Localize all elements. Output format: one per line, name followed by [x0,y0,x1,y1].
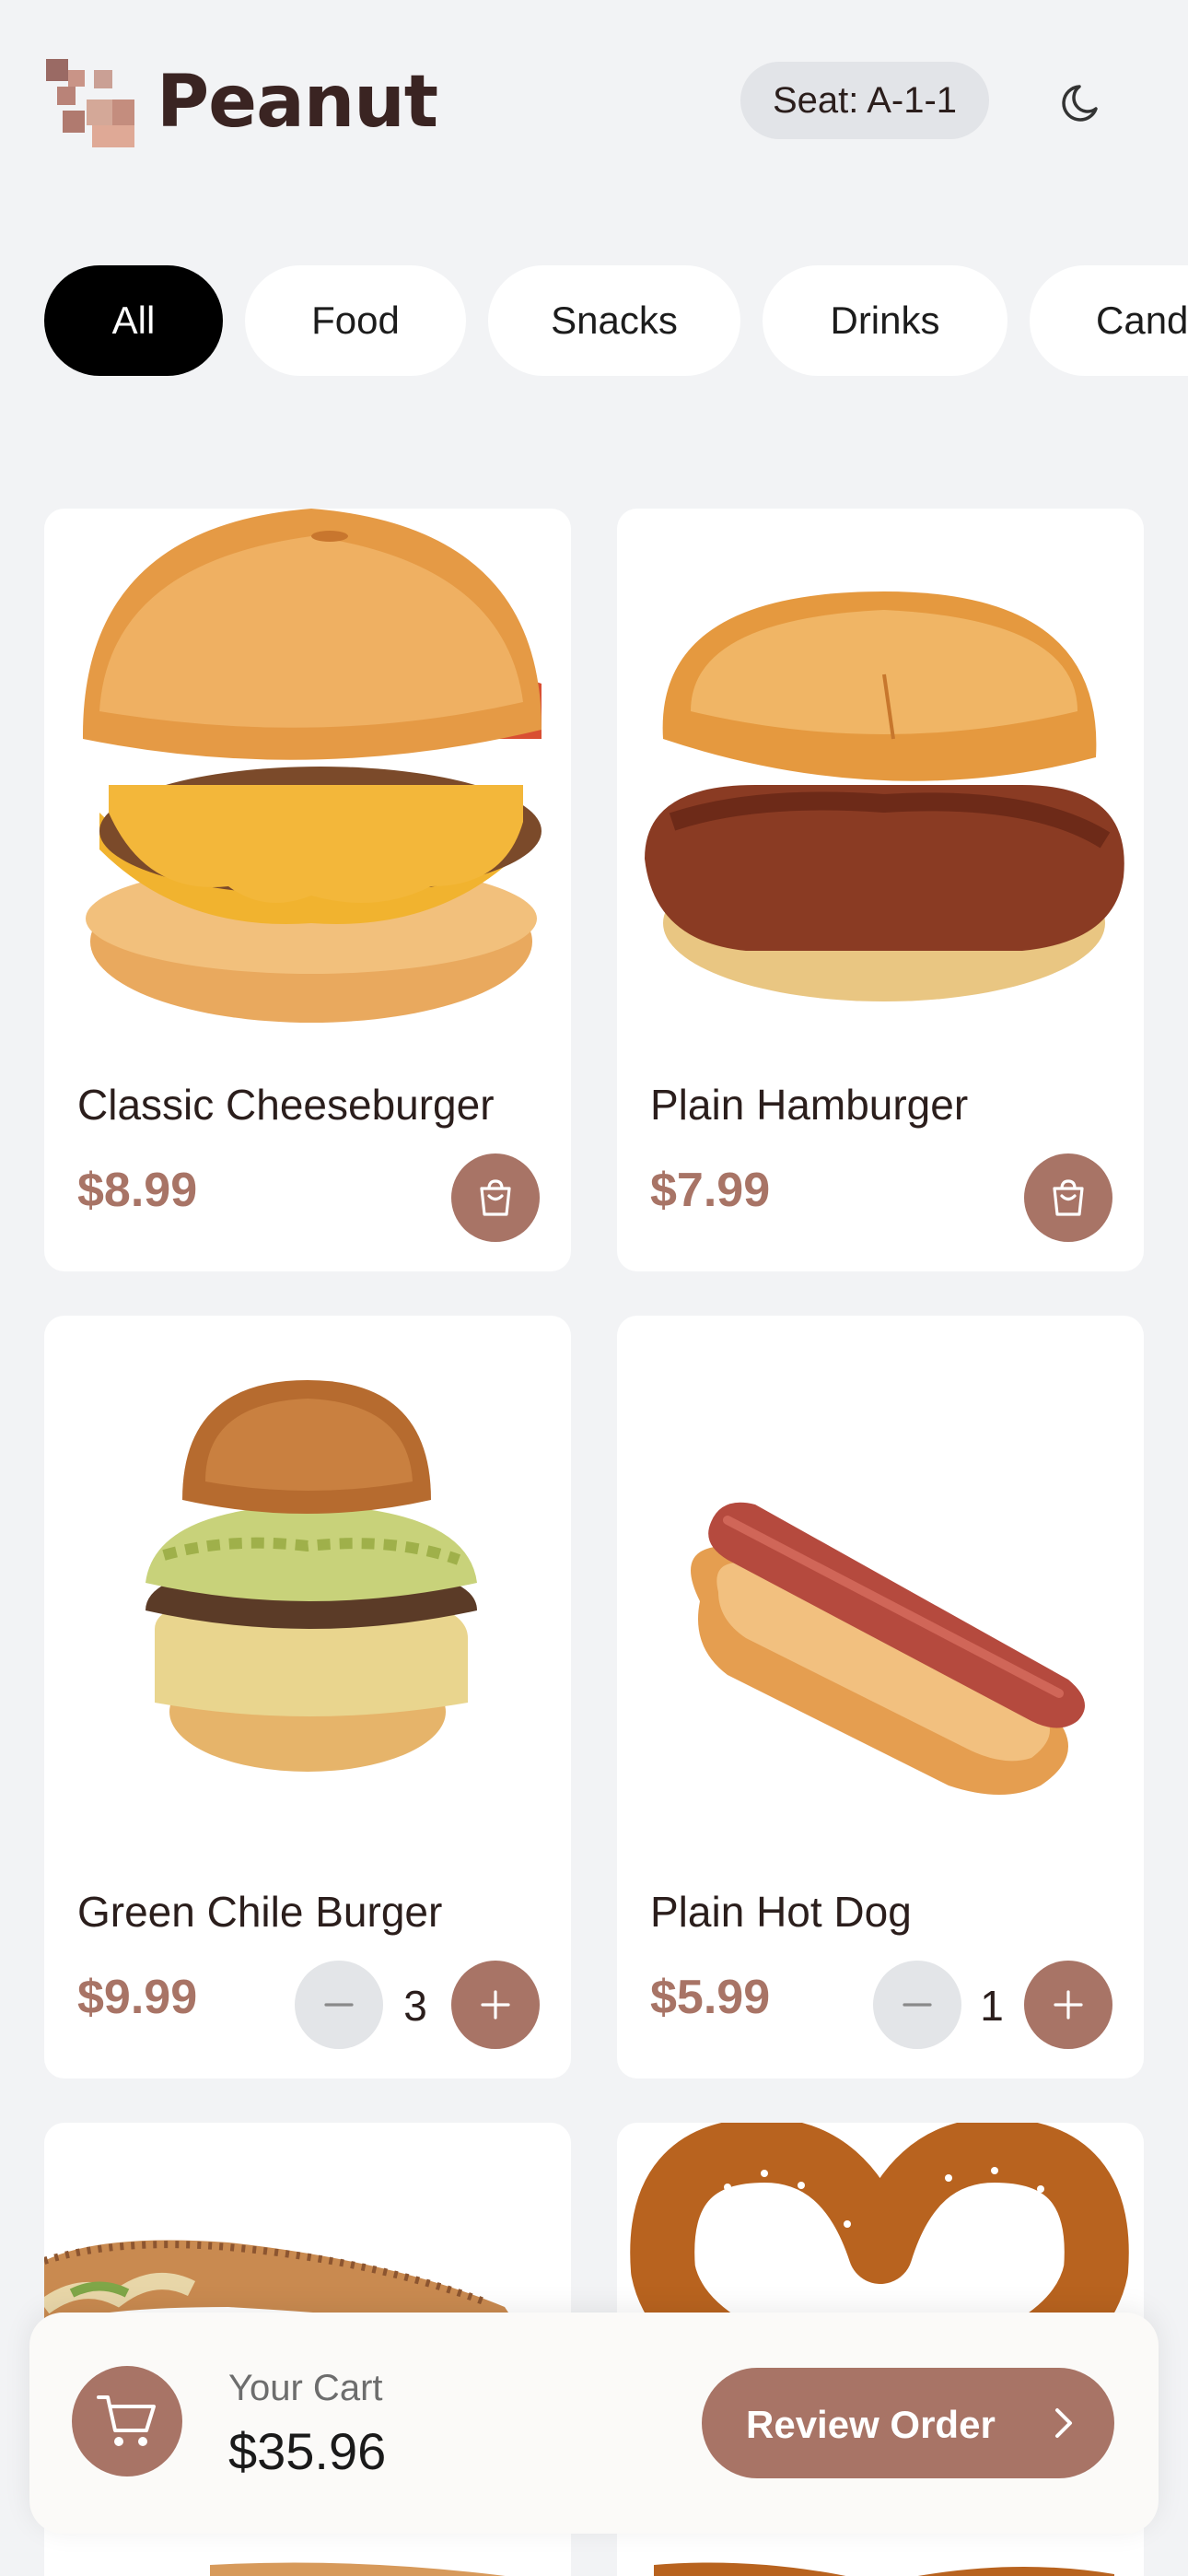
review-order-label: Review Order [746,2403,996,2446]
product-card[interactable]: Green Chile Burger $9.99 3 [44,1316,571,2078]
quantity-value: 1 [980,1982,1004,2030]
seat-badge[interactable]: Seat: A-1-1 [740,62,989,139]
plus-icon [1054,1990,1083,2020]
tab-candy[interactable]: Candy [1030,265,1188,376]
hamburger-image [645,591,1124,1001]
cart-total: $35.96 [228,2422,387,2480]
product-card[interactable]: Classic Cheeseburger $8.99 [44,509,571,1271]
add-to-cart-button[interactable] [451,1153,540,1242]
shopping-bag-icon [480,1179,511,1216]
cart-summary-bar: Your Cart $35.96 Review Order [29,2313,1159,2534]
plus-icon [481,1990,510,2020]
review-order-button[interactable]: Review Order [702,2368,1114,2478]
product-name: Green Chile Burger [77,1888,443,1936]
product-price: $9.99 [77,1971,198,2024]
minus-icon [324,2003,354,2007]
tab-all[interactable]: All [44,265,223,376]
cart-label: Your Cart [228,2368,383,2408]
moon-icon[interactable] [1059,76,1111,127]
product-name: Classic Cheeseburger [77,1081,495,1129]
product-card[interactable]: Plain Hamburger $7.99 [617,509,1144,1271]
tab-snacks[interactable]: Snacks [488,265,740,376]
app-title: Peanut [157,61,438,144]
increase-quantity-button[interactable] [1024,1961,1112,2049]
product-price: $8.99 [77,1164,198,1217]
cart-button[interactable] [72,2366,182,2476]
decrease-quantity-button[interactable] [873,1961,961,2049]
product-name: Plain Hamburger [650,1081,969,1129]
peanut-logo [46,59,134,147]
chevron-right-icon [1055,2408,1072,2438]
tab-food[interactable]: Food [245,265,466,376]
cheeseburger-image [82,509,542,1023]
shopping-bag-icon [1053,1179,1084,1216]
decrease-quantity-button[interactable] [295,1961,383,2049]
tab-drinks[interactable]: Drinks [763,265,1007,376]
shopping-cart-icon [97,2395,156,2446]
product-name: Plain Hot Dog [650,1888,912,1936]
product-price: $7.99 [650,1164,771,1217]
minus-icon [903,2003,932,2007]
hot-dog-image [691,1502,1085,1795]
add-to-cart-button[interactable] [1024,1153,1112,1242]
increase-quantity-button[interactable] [451,1961,540,2049]
product-card[interactable]: Plain Hot Dog $5.99 1 [617,1316,1144,2078]
product-price: $5.99 [650,1971,771,2024]
category-tabs: All Food Snacks Drinks Candy [0,265,1188,376]
quantity-value: 3 [403,1982,427,2030]
app-header: Peanut Seat: A-1-1 [0,0,1188,203]
green-chile-burger-image [146,1380,477,1772]
